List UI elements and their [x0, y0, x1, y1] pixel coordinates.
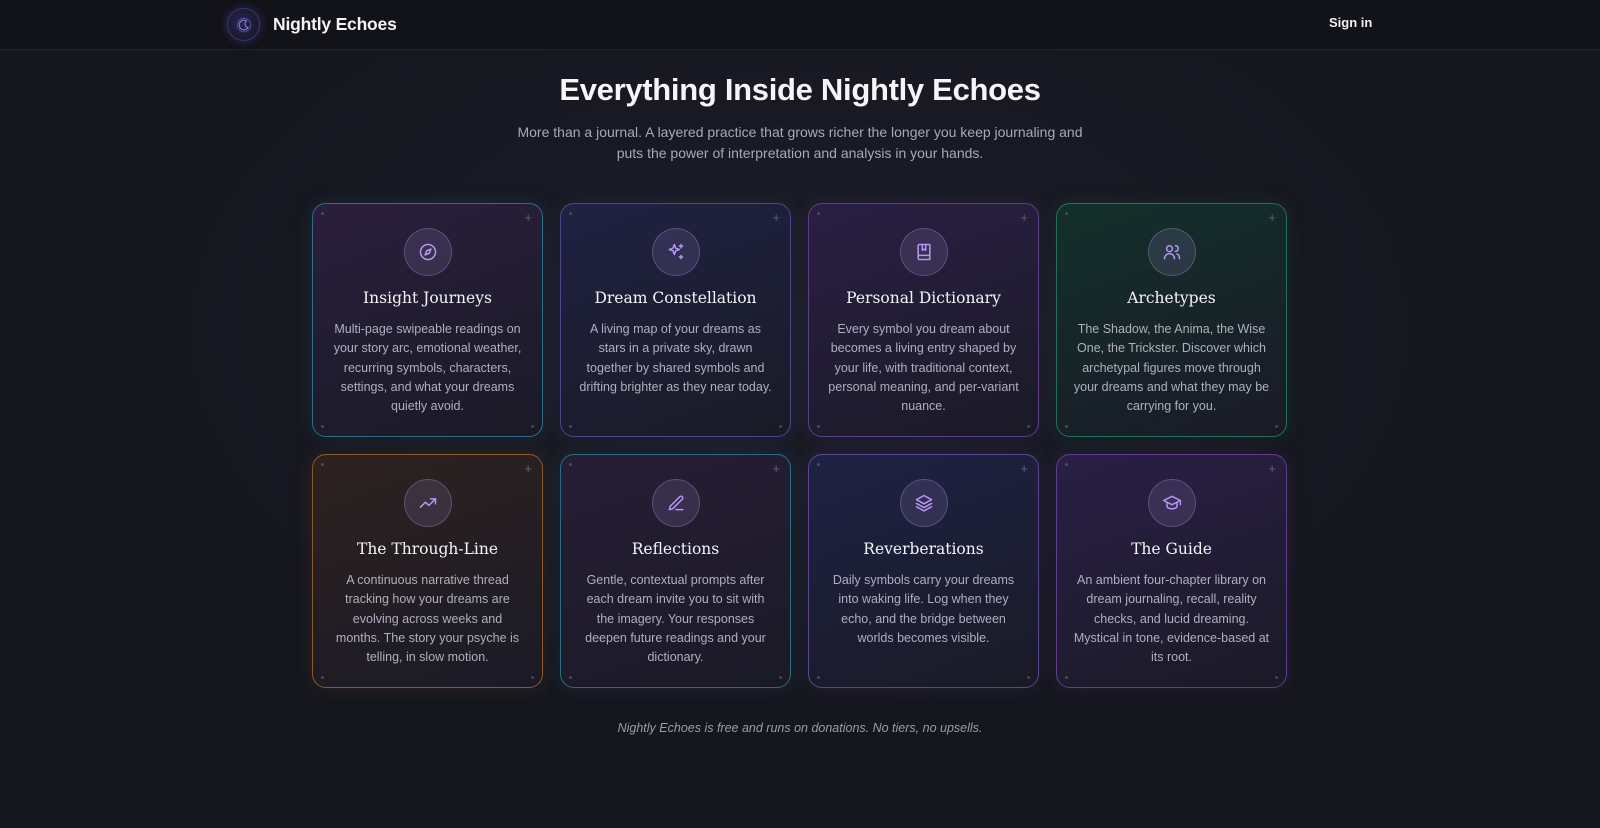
feature-title: Reflections: [631, 540, 720, 558]
decorative-star-dot: [321, 676, 324, 679]
brand[interactable]: Nightly Echoes: [227, 8, 397, 41]
decorative-star-dot: [1027, 676, 1030, 679]
feature-card: + Reverberations Daily symbols carry your …: [808, 454, 1039, 688]
book-icon: [899, 228, 948, 276]
decorative-star-dot: [321, 463, 324, 466]
decorative-star-dot: [817, 212, 820, 215]
feature-title: Dream Constellation: [594, 289, 757, 307]
features-grid: + Insight Journeys Multi-page swipeable re…: [312, 203, 1288, 688]
feature-card: + The Guide An ambient four-chapter librar…: [1056, 454, 1287, 688]
feature-title: Personal Dictionary: [846, 289, 1001, 307]
decorative-star-dot: [531, 425, 534, 428]
layers-icon: [899, 479, 948, 527]
sign-in-link[interactable]: Sign in: [1329, 15, 1372, 30]
page-subtitle: More than a journal. A layered practice …: [517, 124, 1083, 161]
users-icon: [1147, 228, 1196, 276]
feature-description: Multi-page swipeable readings on your st…: [333, 322, 522, 414]
feature-card: + Insight Journeys Multi-page swipeable re…: [312, 203, 543, 437]
decorative-star-dot: [1027, 425, 1030, 428]
decorative-star-dot: [569, 676, 572, 679]
graduation-cap-icon: [1147, 479, 1196, 527]
decorative-star-dot: [1065, 463, 1068, 466]
decorative-star-dot: [817, 463, 820, 466]
decorative-star-dot: [569, 212, 572, 215]
feature-description: Every symbol you dream about becomes a l…: [828, 322, 1019, 414]
decorative-star-dot: [817, 676, 820, 679]
feature-title: The Through-Line: [356, 540, 498, 558]
plus-icon: +: [1268, 210, 1276, 225]
plus-icon: +: [1020, 461, 1028, 476]
plus-icon: +: [772, 461, 780, 476]
plus-icon: +: [1020, 210, 1028, 225]
decorative-star-dot: [1275, 425, 1278, 428]
plus-icon: +: [524, 461, 532, 476]
decorative-star-dot: [1275, 676, 1278, 679]
plus-icon: +: [524, 210, 532, 225]
trending-up-icon: [403, 479, 452, 527]
decorative-star-dot: [1065, 676, 1068, 679]
feature-card: + The Through-Line A continuous narrative …: [312, 454, 543, 688]
decorative-star-dot: [321, 425, 324, 428]
pencil-line-icon: [651, 479, 700, 527]
feature-description: A continuous narrative thread tracking h…: [335, 573, 520, 665]
decorative-star-dot: [321, 212, 324, 215]
feature-title: Insight Journeys: [363, 289, 492, 307]
feature-card: + Reflections Gentle, contextual prompts a…: [560, 454, 791, 688]
feature-card: + Personal Dictionary Every symbol you dre…: [808, 203, 1039, 437]
decorative-star-dot: [779, 676, 782, 679]
feature-title: Archetypes: [1127, 289, 1216, 307]
compass-icon: [403, 228, 452, 276]
feature-card: + Dream Constellation A living map of your…: [560, 203, 791, 437]
feature-description: The Shadow, the Anima, the Wise One, the…: [1073, 322, 1270, 414]
feature-title: The Guide: [1131, 540, 1212, 558]
plus-icon: +: [772, 210, 780, 225]
crescent-moon-icon: [227, 8, 260, 41]
feature-description: An ambient four-chapter library on dream…: [1073, 573, 1270, 665]
feature-description: Daily symbols carry your dreams into wak…: [832, 573, 1015, 645]
decorative-star-dot: [1065, 212, 1068, 215]
page-title: Everything Inside Nightly Echoes: [559, 72, 1041, 107]
feature-title: Reverberations: [863, 540, 984, 558]
decorative-star-dot: [569, 463, 572, 466]
sparkles-icon: [651, 228, 700, 276]
decorative-star-dot: [817, 425, 820, 428]
decorative-star-dot: [531, 676, 534, 679]
decorative-star-dot: [569, 425, 572, 428]
brand-name: Nightly Echoes: [273, 14, 397, 34]
decorative-star-dot: [779, 425, 782, 428]
decorative-star-dot: [1065, 425, 1068, 428]
plus-icon: +: [1268, 461, 1276, 476]
donation-note: Nightly Echoes is free and runs on donat…: [617, 721, 983, 735]
feature-description: Gentle, contextual prompts after each dr…: [585, 573, 766, 665]
feature-card: + Archetypes The Shadow, the Anima, the Wi…: [1056, 203, 1287, 437]
top-navigation-bar: Nightly Echoes Sign in: [0, 0, 1600, 50]
feature-description: A living map of your dreams as stars in …: [579, 322, 772, 394]
